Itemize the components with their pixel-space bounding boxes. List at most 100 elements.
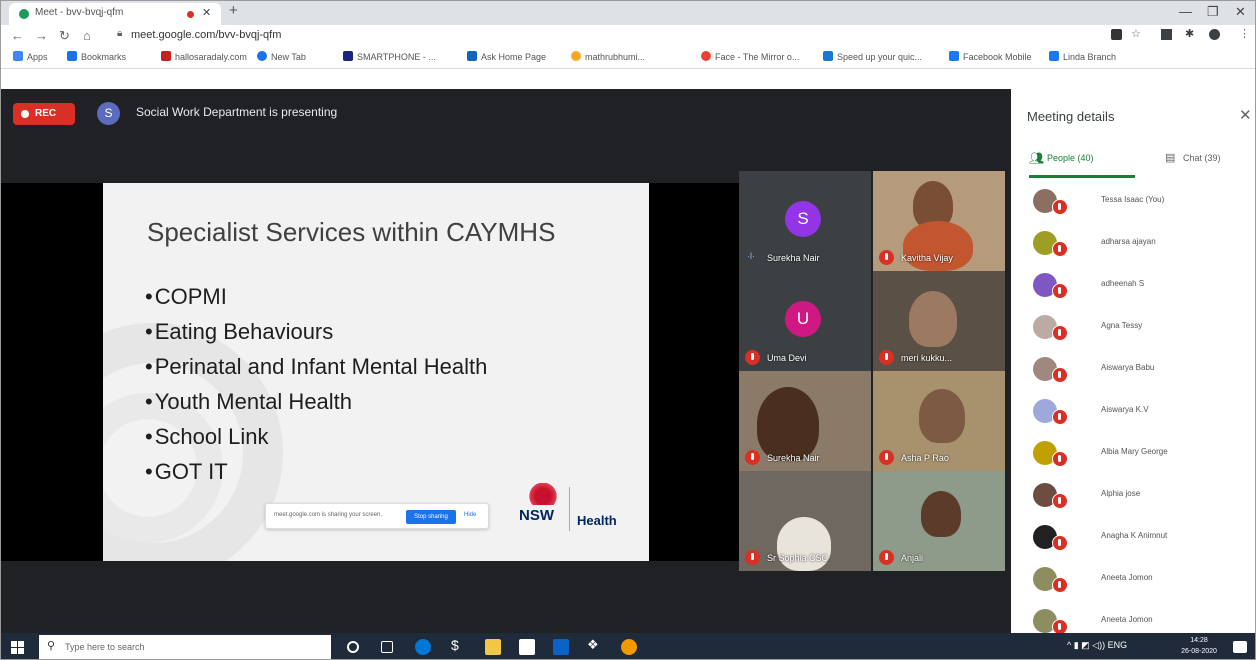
site-icon — [571, 51, 581, 61]
puzzle-icon[interactable]: ✱ — [1185, 27, 1196, 40]
meet-favicon-icon — [19, 9, 29, 19]
meeting-details-panel: Meeting details ✕ 👥︎ People (40) ▤ Chat … — [1011, 89, 1255, 633]
google-icon — [701, 51, 711, 61]
chrome-icon[interactable] — [621, 639, 637, 655]
tab-people[interactable]: 👥︎ People (40) — [1029, 151, 1139, 179]
address-bar[interactable]: 🔒︎ meet.google.com/bvv-bvqj-qfm — [113, 27, 1073, 45]
search-icon: ⚲ — [47, 640, 56, 652]
mic-off-icon — [879, 250, 894, 265]
hide-button[interactable]: Hide — [464, 512, 476, 518]
bookmark-item[interactable]: Apps — [13, 51, 48, 62]
edge-icon[interactable] — [415, 639, 431, 655]
maximize-button[interactable]: ❐ — [1207, 4, 1219, 20]
reload-icon[interactable]: ↻ — [59, 28, 70, 44]
participant-video — [921, 491, 961, 537]
rec-label: REC — [35, 108, 57, 119]
video-tile[interactable]: Kavitha Vijay — [873, 171, 1005, 271]
video-tile[interactable]: S ·l· Surekha Nair — [739, 171, 871, 271]
close-panel-icon[interactable]: ✕ — [1239, 106, 1252, 124]
mic-off-icon — [1052, 493, 1068, 509]
language-indicator: ENG — [1107, 640, 1128, 650]
lock-icon: 🔒︎ — [117, 28, 123, 39]
star-icon[interactable]: ☆ — [1131, 27, 1142, 40]
participant-name: Uma Devi — [767, 353, 807, 363]
list-item[interactable]: Aneeta Jomon — [1011, 605, 1255, 633]
bookmark-item[interactable]: New Tab — [257, 51, 306, 62]
list-item[interactable]: adheenah S — [1011, 269, 1255, 311]
list-item[interactable]: adharsa ajayan — [1011, 227, 1255, 269]
bookmark-item[interactable]: Speed up your quic... — [823, 51, 922, 62]
close-window-button[interactable]: ✕ — [1235, 4, 1246, 20]
home-icon[interactable]: ⌂ — [83, 28, 91, 43]
extension-icon[interactable] — [1161, 29, 1172, 40]
app-icon[interactable]: $ — [451, 637, 467, 653]
dropbox-icon[interactable]: ❖ — [587, 637, 603, 653]
bookmark-item[interactable]: Face - The Mirror o... — [701, 51, 799, 62]
participant-name: Anagha K Animnut — [1101, 531, 1168, 540]
tab-people-label: People (40) — [1047, 153, 1094, 163]
video-tile[interactable]: meri kukku... — [873, 271, 1005, 371]
people-icon: 👥︎ — [1029, 151, 1045, 165]
participant-name: Kavitha Vijay — [901, 253, 953, 263]
browser-tab[interactable]: Meet - bvv-bvqj-qfm ✕ — [9, 3, 221, 25]
participant-video — [909, 291, 957, 347]
bookmark-item[interactable]: mathrubhumi... — [571, 51, 645, 62]
list-item[interactable]: Aneeta Jomon — [1011, 563, 1255, 605]
store-icon[interactable] — [519, 639, 535, 655]
participant-name: Agna Tessy — [1101, 321, 1143, 330]
cortana-icon[interactable] — [347, 641, 359, 653]
tab-chat[interactable]: ▤ Chat (39) — [1165, 151, 1245, 177]
list-item[interactable]: Aiswarya K.V — [1011, 395, 1255, 437]
mic-off-icon — [879, 450, 894, 465]
list-item[interactable]: Aiswarya Babu — [1011, 353, 1255, 395]
windows-start-icon[interactable] — [11, 641, 24, 654]
presenter-avatar: S — [97, 102, 120, 125]
camera-icon[interactable] — [1111, 29, 1122, 40]
site-icon — [467, 51, 477, 61]
bookmark-item[interactable]: SMARTPHONE - ... — [343, 51, 436, 62]
tab-chat-label: Chat (39) — [1183, 153, 1221, 163]
menu-icon[interactable]: ⋮ — [1239, 27, 1250, 40]
video-tile[interactable]: Sr Sophia CSC — [739, 471, 871, 571]
mic-off-icon — [879, 350, 894, 365]
bookmark-item[interactable]: Linda Branch — [1049, 51, 1116, 62]
system-tray[interactable]: ^ ▮ ◩ ◁)) ENG — [1067, 640, 1127, 651]
participant-name: Surekha Nair — [767, 253, 820, 263]
list-item[interactable]: Alphia jose — [1011, 479, 1255, 521]
stop-sharing-button[interactable]: Stop sharing — [406, 510, 456, 524]
bookmark-item[interactable]: Ask Home Page — [467, 51, 546, 62]
tab-close-icon[interactable]: ✕ — [202, 6, 211, 19]
presentation-slide: Specialist Services within CAYMHS COPMI … — [103, 183, 649, 561]
video-tile[interactable]: Surekha Nair — [739, 371, 871, 471]
forward-arrow-icon[interactable]: → — [35, 28, 48, 43]
video-tile[interactable]: U Uma Devi — [739, 271, 871, 371]
file-explorer-icon[interactable] — [485, 639, 501, 655]
facebook-icon — [1049, 51, 1059, 61]
list-item[interactable]: Agna Tessy — [1011, 311, 1255, 353]
notifications-icon[interactable] — [1233, 641, 1247, 653]
participant-name: meri kukku... — [901, 353, 953, 363]
list-item[interactable]: Anagha K Animnut — [1011, 521, 1255, 563]
mail-icon[interactable] — [553, 639, 569, 655]
browser-tab-strip: Meet - bvv-bvqj-qfm ✕ + — ❐ ✕ — [1, 1, 1255, 25]
profile-avatar[interactable] — [1209, 29, 1220, 40]
video-tile[interactable]: Anjali — [873, 471, 1005, 571]
mic-off-icon — [745, 550, 760, 565]
list-item[interactable]: Tessa Isaac (You) — [1011, 185, 1255, 227]
taskbar-search-input[interactable]: ⚲ Type here to search — [39, 635, 331, 659]
video-tile[interactable]: Asha P Rao — [873, 371, 1005, 471]
clock[interactable]: 14:28 26-08-2020 — [1171, 635, 1227, 657]
task-view-icon[interactable] — [381, 641, 393, 653]
back-arrow-icon[interactable]: ← — [11, 28, 24, 43]
participant-video — [903, 221, 973, 271]
bookmark-item[interactable]: hallosaradaly.com — [161, 51, 247, 62]
bookmark-item[interactable]: Bookmarks — [67, 51, 126, 62]
bookmark-item[interactable]: Facebook Mobile — [949, 51, 1032, 62]
participant-video — [757, 387, 819, 461]
mic-off-icon — [1052, 199, 1068, 215]
slide-bullet: School Link — [145, 419, 487, 454]
minimize-button[interactable]: — — [1179, 4, 1192, 19]
list-item[interactable]: Albia Mary George — [1011, 437, 1255, 479]
new-tab-button[interactable]: + — [229, 2, 238, 19]
nsw-logo-text: NSW — [519, 507, 554, 524]
